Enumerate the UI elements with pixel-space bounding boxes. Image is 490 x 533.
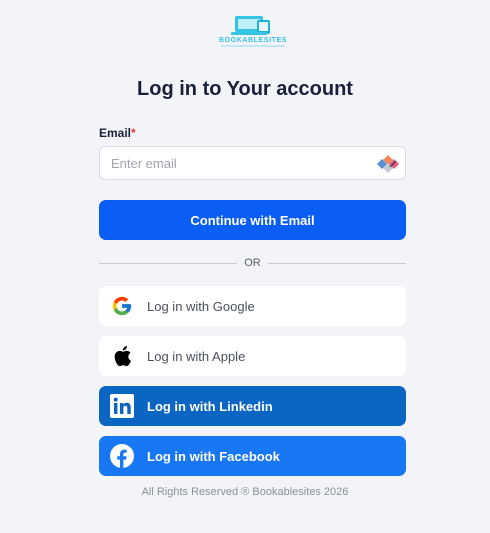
- required-mark: *: [131, 126, 136, 140]
- or-text: OR: [244, 257, 261, 269]
- email-field-wrapper: [99, 146, 406, 180]
- brand-logo[interactable]: BOOKABLESITES: [213, 14, 293, 50]
- divider-line-left: [99, 262, 238, 264]
- facebook-login-label: Log in with Facebook: [147, 448, 280, 464]
- apple-login-label: Log in with Apple: [147, 348, 246, 364]
- email-label-text: Email: [99, 126, 132, 140]
- autofill-icon[interactable]: [375, 154, 401, 179]
- linkedin-login-label: Log in with Linkedin: [147, 398, 273, 414]
- google-login-button[interactable]: Log in with Google: [99, 286, 406, 326]
- page-title: Log in to Your account: [137, 78, 353, 100]
- facebook-icon: [110, 444, 134, 468]
- or-divider: OR: [99, 256, 406, 270]
- footer-copyright: All Rights Reserved ® Bookablesites 2026: [141, 486, 349, 498]
- apple-login-button[interactable]: Log in with Apple: [99, 336, 406, 376]
- logo-text: BOOKABLESITES: [218, 37, 288, 44]
- linkedin-icon: [110, 394, 134, 418]
- linkedin-login-button[interactable]: Log in with Linkedin: [99, 386, 406, 426]
- apple-icon: [110, 344, 134, 368]
- facebook-login-button[interactable]: Log in with Facebook: [99, 436, 406, 476]
- logo-tagline-bar: [221, 45, 285, 47]
- continue-with-email-button[interactable]: Continue with Email: [99, 200, 406, 240]
- email-label: Email*: [99, 126, 136, 140]
- logo-icon: [231, 16, 270, 35]
- google-login-label: Log in with Google: [147, 298, 255, 314]
- google-icon: [110, 294, 134, 318]
- email-field[interactable]: [100, 147, 405, 179]
- divider-line-right: [267, 262, 406, 264]
